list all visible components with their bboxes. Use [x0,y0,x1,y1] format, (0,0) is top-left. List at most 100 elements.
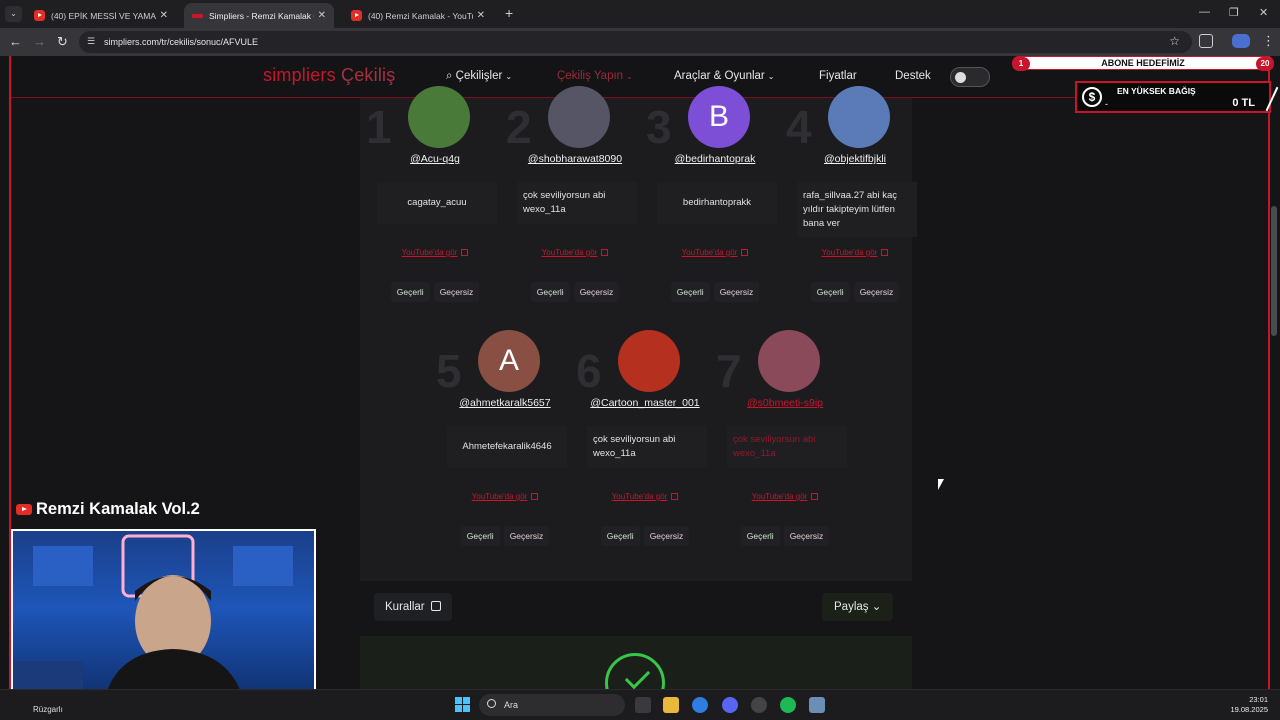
winner-comment: cagatay_acuu [377,182,497,224]
youtube-link[interactable]: YouTube'da gör [720,492,850,501]
site-info-icon[interactable]: ☰ [87,36,95,47]
actions-bar: Kurallar Paylaş ⌄ [360,581,912,636]
winner-username[interactable]: @bedirhantoprak [650,153,780,165]
youtube-icon [16,504,32,515]
app-icon[interactable] [809,697,825,713]
youtube-link-label: YouTube'da gör [471,492,528,501]
page-scrollbar[interactable] [1271,206,1277,336]
valid-button[interactable]: Geçerli [600,526,640,546]
profile-avatar[interactable] [1232,34,1250,48]
youtube-link[interactable]: YouTube'da gör [440,492,570,501]
reload-icon[interactable]: ↻ [57,34,68,50]
winner-rank: 1 [366,101,392,153]
goal-target: 20 [1256,57,1274,71]
valid-button[interactable]: Geçerli [390,282,430,302]
winner-rank: 6 [576,345,602,397]
chrome-icon[interactable] [692,697,708,713]
winner-entry: 7 @s0bmeeti-s9ip çok seviliyorsun abi we… [716,322,856,546]
weather-widget[interactable]: Rüzgarlı [33,705,63,714]
new-tab-button[interactable]: + [505,5,513,21]
address-bar[interactable]: ☰ simpliers.com/tr/cekilis/sonuc/AFVULE … [79,31,1192,53]
extensions-icon[interactable] [1199,34,1213,48]
close-tab-icon[interactable]: ✕ [318,10,326,21]
avatar-letter: A [498,344,519,377]
bookmark-star-icon[interactable]: ☆ [1169,34,1180,48]
browser-menu-icon[interactable]: ⋮ [1262,33,1275,49]
donation-name: - [1105,99,1108,109]
forward-icon[interactable]: → [33,34,46,49]
tab-search-button[interactable]: ⌄ [5,6,22,22]
winner-rank: 7 [716,345,742,397]
browser-tab-1[interactable]: (40) EPİK MESSİ VE YAMAL PAKET ✕ [26,3,176,28]
windows-start-icon[interactable] [455,697,470,712]
invalid-button[interactable]: Geçersiz [503,526,550,546]
theme-toggle[interactable] [950,67,990,87]
youtube-link[interactable]: YouTube'da gör [510,248,640,257]
weather-text: Rüzgarlı [33,705,63,714]
system-clock[interactable]: 23:01 19.08.2025 [1230,695,1268,715]
winner-username[interactable]: @Cartoon_master_001 [580,397,710,409]
winner-username[interactable]: @s0bmeeti-s9ip [720,397,850,409]
top-donation-widget: $ EN YÜKSEK BAĞIŞ - 0 TL [1075,81,1279,113]
youtube-link[interactable]: YouTube'da gör [650,248,780,257]
invalid-button[interactable]: Geçersiz [573,282,620,302]
winner-username[interactable]: @ahmetkaralk5657 [440,397,570,409]
obs-icon[interactable] [751,697,767,713]
clock-time: 23:01 [1249,695,1268,704]
invalid-button[interactable]: Geçersiz [643,526,690,546]
minimize-icon[interactable]: — [1199,6,1210,18]
winner-entry: 4 @objektifbjkli rafa_sillvaa.27 abi kaç… [786,78,926,302]
youtube-link-label: YouTube'da gör [821,248,878,257]
spotify-icon[interactable] [780,697,796,713]
winner-avatar [828,86,890,148]
winner-username[interactable]: @shobharawat8090 [510,153,640,165]
simpliers-favicon-icon [192,13,203,18]
youtube-link-label: YouTube'da gör [681,248,738,257]
winner-rank: 2 [506,101,532,153]
valid-button[interactable]: Geçerli [810,282,850,302]
browser-tab-3[interactable]: (40) Remzi Kamalak - YouTube ✕ [343,3,493,28]
share-button[interactable]: Paylaş ⌄ [822,593,894,621]
tab-title: (40) EPİK MESSİ VE YAMAL PAKET [51,10,156,21]
close-window-icon[interactable]: ✕ [1259,6,1268,19]
external-link-icon [601,249,609,257]
file-explorer-icon[interactable] [663,697,679,713]
winner-avatar [548,86,610,148]
tab-title: (40) Remzi Kamalak - YouTube [368,10,473,21]
valid-button[interactable]: Geçerli [740,526,780,546]
valid-button[interactable]: Geçerli [670,282,710,302]
winner-avatar: A [478,330,540,392]
invalid-button[interactable]: Geçersiz [783,526,830,546]
taskbar: Rüzgarlı Ara 23:01 19.08.2025 [0,689,1280,720]
donation-amount: 0 TL [1232,97,1255,109]
close-tab-icon[interactable]: ✕ [477,10,485,21]
valid-button[interactable]: Geçerli [460,526,500,546]
youtube-link[interactable]: YouTube'da gör [580,492,710,501]
invalid-button[interactable]: Geçersiz [853,282,900,302]
winner-rank: 5 [436,345,462,397]
valid-button[interactable]: Geçerli [530,282,570,302]
discord-icon[interactable] [722,697,738,713]
winner-username[interactable]: @objektifbjkli [790,153,920,165]
winner-comment: Ahmetefekaralik4646 [447,426,567,468]
youtube-link[interactable]: YouTube'da gör [370,248,500,257]
restore-icon[interactable]: ❐ [1229,6,1239,19]
winner-entry: 1 @Acu-q4g cagatay_acuu YouTube'da gör G… [366,78,506,302]
winner-entry: 3 B @bedirhantoprak bedirhantoprakk YouT… [646,78,786,302]
external-link-icon [811,493,819,501]
taskbar-search-label: Ara [504,700,519,710]
validity-buttons: Geçerli Geçersiz [650,282,780,302]
search-icon [487,699,496,708]
rules-button[interactable]: Kurallar [374,593,452,621]
browser-tab-2[interactable]: Simpliers - Remzi Kamalak Çekiliş ✕ [184,3,334,28]
close-tab-icon[interactable]: ✕ [160,10,168,21]
external-link-icon [531,493,539,501]
winner-avatar [618,330,680,392]
task-view-icon[interactable] [635,697,651,713]
invalid-button[interactable]: Geçersiz [433,282,480,302]
taskbar-search[interactable]: Ara [479,694,625,716]
winner-username[interactable]: @Acu-q4g [370,153,500,165]
back-icon[interactable]: ← [9,34,22,49]
invalid-button[interactable]: Geçersiz [713,282,760,302]
youtube-link[interactable]: YouTube'da gör [790,248,920,257]
